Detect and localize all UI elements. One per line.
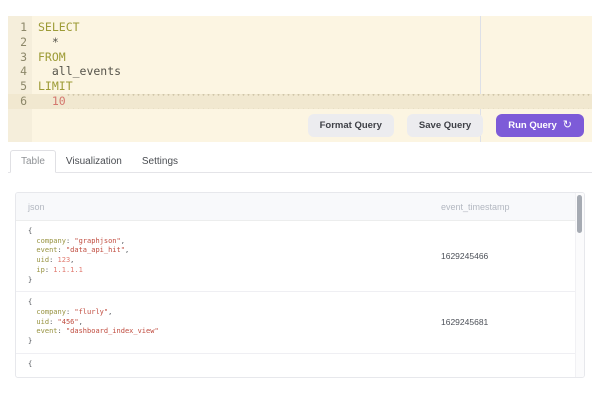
sql-keyword: SELECT (27, 20, 80, 35)
query-toolbar: Format Query Save Query Run Query ↻ (308, 114, 584, 137)
json-line: company: "flurly", (28, 308, 441, 318)
query-tool-page: 1 SELECT 2 * 3 FROM 4 all_events 5 LIMIT… (0, 0, 600, 400)
scrollbar-thumb[interactable] (577, 195, 582, 233)
json-line: { (28, 360, 441, 370)
save-query-button[interactable]: Save Query (407, 114, 483, 137)
table-row: { company: "flurly", uid: "456", event: … (16, 292, 584, 354)
tab-settings[interactable]: Settings (132, 151, 188, 172)
refresh-icon: ↻ (563, 120, 572, 131)
json-cell: { company: "flurly", uid: "456", event: … (16, 292, 441, 353)
json-cell: { company: "graphjson", event: "data_api… (16, 221, 441, 291)
line-number: 4 (8, 64, 27, 79)
editor-line: 2 * (8, 35, 592, 50)
results-table: json event_timestamp { company: "graphjs… (15, 192, 585, 378)
editor-code-lines: 1 SELECT 2 * 3 FROM 4 all_events 5 LIMIT… (8, 16, 592, 109)
json-line: { (28, 227, 441, 237)
results-tabbar: Table Visualization Settings (8, 150, 592, 173)
table-header-row: json event_timestamp (16, 193, 584, 221)
json-line: ip: 1.1.1.1 (28, 266, 441, 276)
editor-line: 4 all_events (8, 64, 592, 79)
json-line: company: "graphjson", (28, 237, 441, 247)
line-number: 6 (8, 94, 27, 109)
timestamp-cell: 1629245466 (441, 221, 488, 291)
json-line: uid: "456", (28, 318, 441, 328)
tab-table[interactable]: Table (10, 150, 56, 173)
format-query-button[interactable]: Format Query (308, 114, 394, 137)
json-line: event: "dashboard_index_view" (28, 327, 441, 337)
editor-active-line: 6 10 (8, 94, 592, 109)
sql-keyword: FROM (27, 50, 66, 65)
sql-number: 10 (27, 94, 66, 109)
line-number: 5 (8, 79, 27, 94)
tab-visualization[interactable]: Visualization (56, 151, 132, 172)
timestamp-cell: 1629245681 (441, 292, 488, 353)
editor-line: 1 SELECT (8, 20, 592, 35)
run-query-button[interactable]: Run Query ↻ (496, 114, 584, 137)
sql-keyword: LIMIT (27, 79, 73, 94)
json-line: uid: 123, (28, 256, 441, 266)
json-line: { (28, 298, 441, 308)
editor-line: 5 LIMIT (8, 79, 592, 94)
line-number: 2 (8, 35, 27, 50)
sql-identifier: all_events (27, 64, 121, 79)
sql-operator: * (27, 35, 59, 50)
json-line: } (28, 276, 441, 286)
line-number: 3 (8, 50, 27, 65)
line-number: 1 (8, 20, 27, 35)
sql-editor[interactable]: 1 SELECT 2 * 3 FROM 4 all_events 5 LIMIT… (8, 16, 592, 142)
table-row: { company: "graphjson", event: "data_api… (16, 221, 584, 292)
json-line: event: "data_api_hit", (28, 246, 441, 256)
table-scrollbar (575, 193, 584, 377)
column-header-event-timestamp: event_timestamp (441, 202, 510, 212)
json-cell: { (16, 354, 441, 378)
column-header-json: json (16, 202, 441, 212)
editor-line: 3 FROM (8, 50, 592, 65)
json-line: } (28, 337, 441, 347)
run-query-label: Run Query (508, 120, 557, 131)
table-row: { (16, 354, 584, 378)
